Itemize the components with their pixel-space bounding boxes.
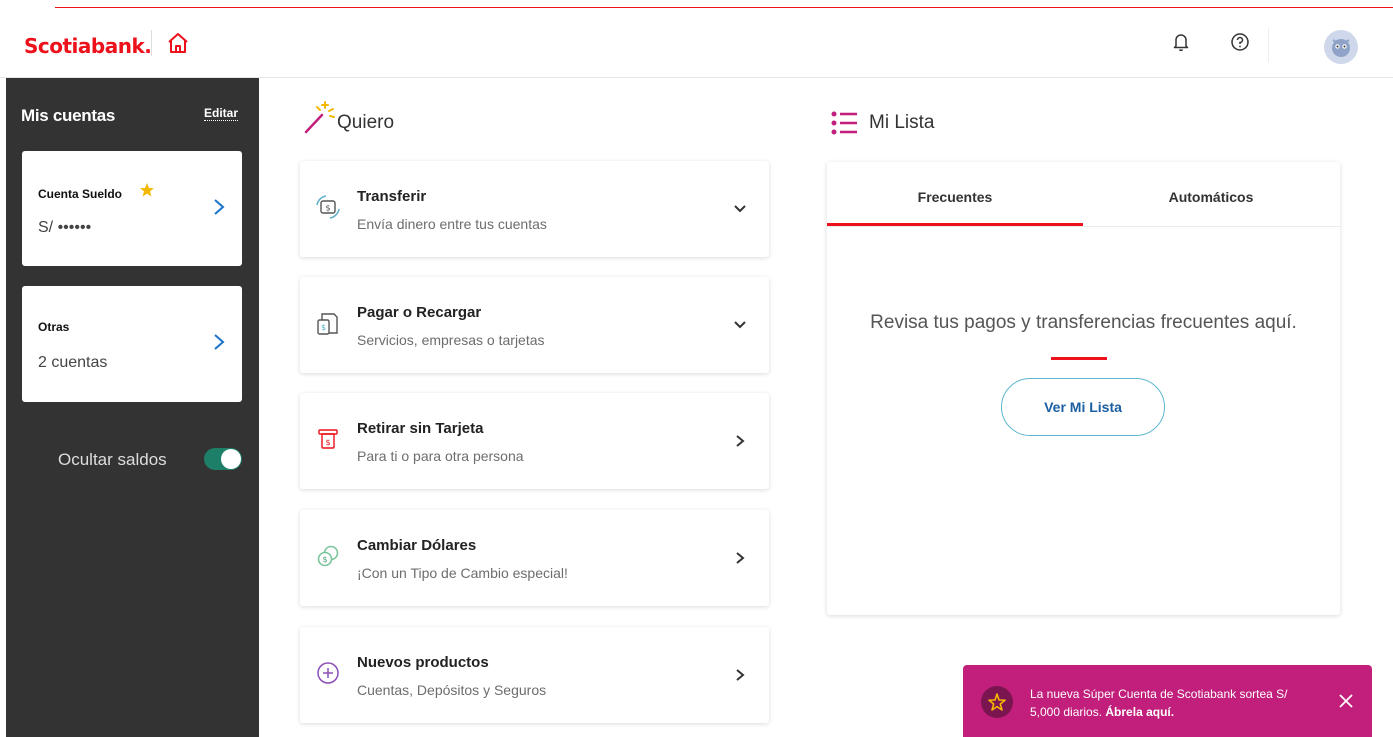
action-title: Retirar sin Tarjeta	[357, 420, 484, 437]
chevron-right-icon	[736, 552, 745, 564]
chevron-right-icon	[736, 669, 745, 681]
action-title: Cambiar Dólares	[357, 537, 477, 554]
svg-text:$: $	[325, 438, 330, 447]
edit-accounts-link[interactable]: Editar	[204, 106, 239, 121]
scotiabank-logo[interactable]: Scotiabank.	[24, 34, 152, 58]
account-name: Otras	[38, 320, 70, 334]
mi-lista-panel: Frecuentes Automáticos Revisa tus pagos …	[827, 162, 1340, 615]
account-count: 2 cuentas	[38, 354, 108, 371]
account-balance-masked: S/ ••••••	[38, 219, 92, 236]
chevron-right-icon	[736, 435, 745, 447]
quiero-title: Quiero	[337, 112, 395, 133]
chevron-down-icon	[734, 321, 746, 329]
user-avatar[interactable]	[1324, 30, 1358, 64]
action-pagar-recargar[interactable]: $ Pagar o Recargar Servicios, empresas o…	[300, 277, 769, 373]
transfer-icon: $	[316, 195, 340, 219]
star-icon	[988, 693, 1006, 711]
help-icon[interactable]	[1228, 30, 1252, 54]
action-transferir[interactable]: $ Transferir Envía dinero entre tus cuen…	[300, 161, 769, 257]
action-subtitle: Para ti o para otra persona	[357, 448, 524, 464]
svg-text:$: $	[321, 323, 326, 332]
tabs-divider	[827, 226, 1340, 227]
star-icon	[140, 183, 154, 197]
exchange-icon: $	[317, 545, 339, 567]
svg-text:$: $	[325, 204, 330, 213]
chevron-down-icon	[734, 205, 746, 213]
promo-link[interactable]: Ábrela aquí.	[1105, 705, 1174, 719]
action-subtitle: Servicios, empresas o tarjetas	[357, 332, 545, 348]
logo-divider	[151, 30, 152, 56]
sidebar-title: Mis cuentas	[21, 106, 116, 125]
mi-lista-title: Mi Lista	[869, 112, 935, 133]
home-icon[interactable]	[165, 30, 191, 56]
magic-wand-icon	[304, 101, 335, 134]
action-cambiar-dolares[interactable]: $ Cambiar Dólares ¡Con un Tipo de Cambio…	[300, 510, 769, 606]
close-icon[interactable]	[1338, 693, 1354, 709]
promo-badge	[981, 686, 1013, 718]
chevron-right-icon	[214, 334, 225, 350]
ver-mi-lista-button[interactable]: Ver Mi Lista	[1001, 378, 1165, 436]
header-divider	[1268, 28, 1269, 62]
svg-text:$: $	[322, 555, 327, 564]
plus-circle-icon	[317, 662, 339, 684]
avatar-icon	[1332, 39, 1350, 57]
pay-icon: $	[317, 313, 338, 335]
promo-text: La nueva Súper Cuenta de Scotiabank sort…	[1030, 685, 1320, 721]
top-header: Scotiabank.	[0, 8, 1393, 78]
action-title: Transferir	[357, 188, 427, 205]
action-nuevos-productos[interactable]: Nuevos productos Cuentas, Depósitos y Se…	[300, 627, 769, 723]
account-name: Cuenta Sueldo	[38, 187, 123, 201]
action-subtitle: Cuentas, Depósitos y Seguros	[357, 682, 547, 698]
action-subtitle: Envía dinero entre tus cuentas	[357, 216, 547, 232]
action-title: Pagar o Recargar	[357, 304, 482, 321]
tab-frecuentes[interactable]: Frecuentes	[827, 162, 1083, 226]
action-title: Nuevos productos	[357, 654, 489, 671]
list-icon	[831, 111, 857, 135]
toggle-knob	[221, 449, 241, 469]
action-retirar-sin-tarjeta[interactable]: $ Retirar sin Tarjeta Para ti o para otr…	[300, 393, 769, 489]
account-card-otras[interactable]: Otras 2 cuentas	[22, 286, 242, 402]
promo-banner[interactable]: La nueva Súper Cuenta de Scotiabank sort…	[963, 665, 1372, 737]
accounts-sidebar: Mis cuentas Editar Cuenta Sueldo S/ ••••…	[6, 78, 259, 737]
account-card-cuenta-sueldo[interactable]: Cuenta Sueldo S/ ••••••	[22, 151, 242, 266]
empty-state-accent	[1051, 357, 1107, 360]
hide-balances-toggle[interactable]	[204, 448, 242, 470]
empty-state-message: Revisa tus pagos y transferencias frecue…	[870, 312, 1297, 333]
hide-balances-label: Ocultar saldos	[58, 450, 167, 469]
atm-icon: $	[318, 429, 338, 449]
action-subtitle: ¡Con un Tipo de Cambio especial!	[357, 565, 568, 581]
chevron-right-icon	[214, 199, 225, 215]
tab-automaticos[interactable]: Automáticos	[1083, 162, 1339, 226]
bell-icon[interactable]	[1169, 30, 1193, 54]
